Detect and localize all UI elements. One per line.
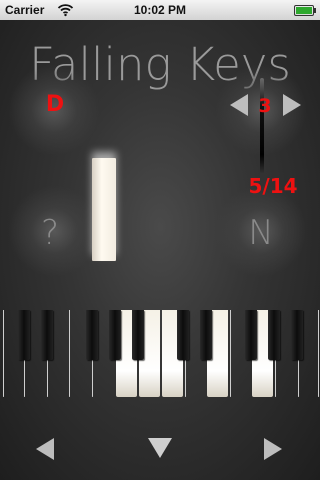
piano-black-key[interactable]	[18, 310, 30, 360]
piano-white-key[interactable]	[318, 310, 319, 397]
piano-black-key[interactable]	[132, 310, 144, 360]
piano-white-key[interactable]	[3, 310, 4, 397]
level-decrease-button[interactable]	[230, 94, 248, 116]
status-clock: 10:02 PM	[133, 3, 187, 17]
piano-keyboard	[0, 310, 320, 410]
arrow-down-icon[interactable]	[148, 438, 172, 458]
level-value: 3	[258, 95, 272, 117]
current-note-button[interactable]: D	[40, 92, 70, 117]
game-area: Falling Keys D 3 5/14 ? N	[0, 20, 320, 480]
n-button[interactable]: N	[246, 213, 276, 253]
piano-black-key[interactable]	[291, 310, 303, 360]
piano-white-key[interactable]	[230, 310, 231, 397]
level-increase-button[interactable]	[283, 94, 301, 116]
piano-black-key[interactable]	[245, 310, 257, 360]
arrow-left-icon[interactable]	[36, 438, 54, 460]
progress-counter: 5/14	[248, 174, 298, 198]
piano-black-key[interactable]	[268, 310, 280, 360]
arrow-right-icon[interactable]	[264, 438, 282, 460]
piano-white-key[interactable]	[69, 310, 70, 397]
falling-key	[92, 158, 116, 261]
status-bar: Carrier 10:02 PM	[0, 0, 320, 20]
piano-black-key[interactable]	[109, 310, 121, 360]
piano-black-key[interactable]	[41, 310, 53, 360]
piano-black-key[interactable]	[86, 310, 98, 360]
piano-black-key[interactable]	[177, 310, 189, 360]
battery-icon	[294, 5, 316, 16]
level-slider-track	[260, 78, 264, 174]
piano-black-key[interactable]	[200, 310, 212, 360]
help-button[interactable]: ?	[35, 213, 65, 253]
